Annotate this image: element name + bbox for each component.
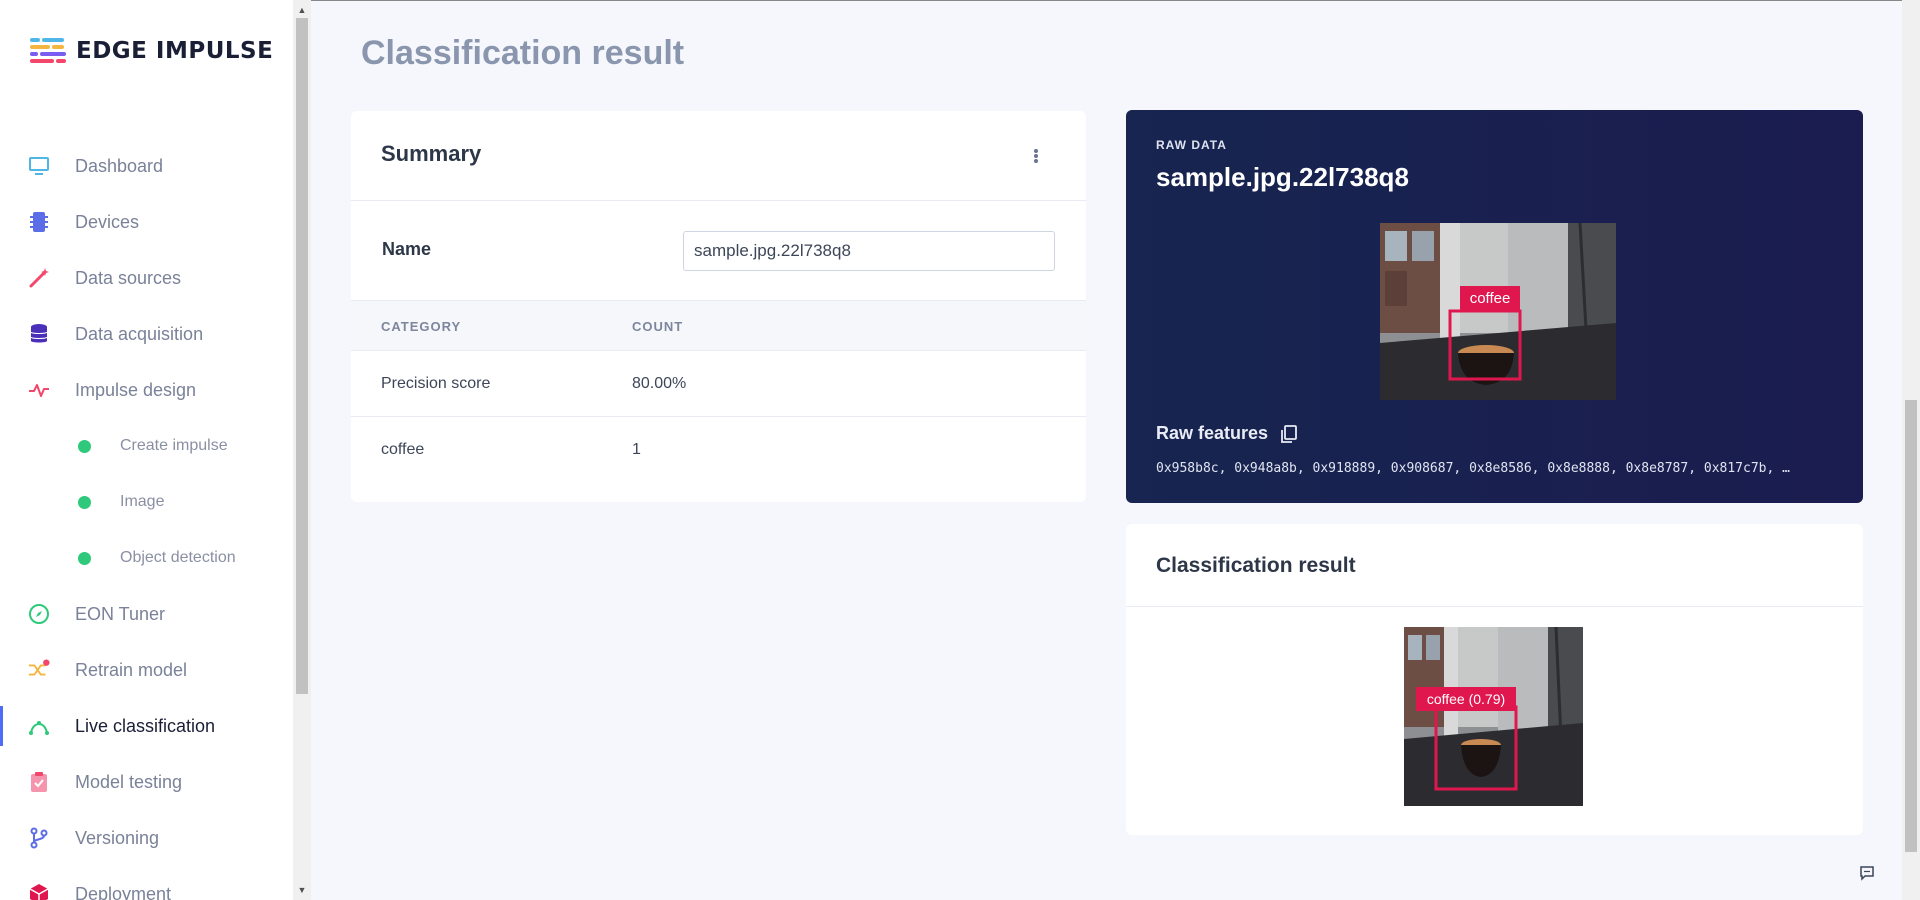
sidebar-item-retrain-model[interactable]: Retrain model [0, 642, 293, 698]
scroll-up-arrow-icon[interactable]: ▲ [296, 4, 308, 16]
sidebar-item-create-impulse[interactable]: Create impulse [0, 418, 293, 474]
raw-data-card: RAW DATA sample.jpg.22l738q8 coffee Raw … [1126, 110, 1863, 503]
name-label: Name [382, 239, 432, 259]
brand-name: EDGE IMPULSE [76, 38, 274, 64]
sidebar-item-versioning[interactable]: Versioning [0, 810, 293, 866]
name-row: Name [351, 201, 1086, 301]
sidebar-item-label: Object detection [120, 549, 236, 566]
monitor-icon [28, 155, 50, 177]
pulse-icon [28, 379, 50, 401]
chip-icon [28, 211, 50, 233]
sidebar-item-label: Versioning [75, 827, 160, 848]
copy-icon[interactable] [1280, 424, 1298, 443]
name-field[interactable] [683, 231, 1055, 271]
sidebar-scrollbar-thumb[interactable] [296, 18, 308, 694]
raw-sample-name: sample.jpg.22l738q8 [1156, 162, 1409, 192]
more-options-icon[interactable] [1026, 145, 1046, 167]
sidebar-item-deployment[interactable]: Deployment [0, 866, 293, 900]
raw-bbox-label: coffee [1470, 290, 1511, 307]
page-title: Classification result [361, 34, 685, 72]
feedback-button[interactable] [1850, 858, 1884, 888]
table-row: Precision score 80.00% [351, 351, 1086, 417]
classification-header: Classification result [1126, 524, 1863, 607]
classification-result-image: coffee (0.79) [1404, 627, 1583, 806]
sidebar-item-label: Create impulse [120, 437, 228, 454]
compass-icon [28, 603, 50, 625]
sidebar-item-data-sources[interactable]: Data sources [0, 250, 293, 306]
sidebar-nav: Dashboard Devices Data sources Data acqu… [0, 138, 293, 900]
sidebar-item-label: Devices [75, 211, 140, 232]
database-icon [28, 323, 50, 345]
column-header-category: CATEGORY [381, 319, 462, 334]
sidebar-item-live-classification[interactable]: Live classification [0, 698, 293, 754]
summary-card: Summary Name CATEGORY COUNT Precision sc… [351, 111, 1086, 502]
category-cell: Precision score [381, 375, 491, 392]
summary-header: Summary [351, 111, 1086, 201]
raw-features-values: 0x958b8c, 0x948a8b, 0x918889, 0x908687, … [1156, 461, 1790, 476]
category-cell: coffee [381, 441, 425, 458]
sidebar-item-label: EON Tuner [75, 603, 166, 624]
sidebar-item-label: Model testing [75, 771, 183, 792]
sidebar-item-image[interactable]: Image [0, 474, 293, 530]
raw-features-heading: Raw features [1156, 423, 1298, 444]
edge-impulse-logo-icon [30, 38, 66, 63]
sidebar-item-dashboard[interactable]: Dashboard [0, 138, 293, 194]
classification-result-card: Classification result coffee (0.79) [1126, 524, 1863, 835]
classification-bbox-label: coffee (0.79) [1427, 691, 1505, 707]
sidebar-item-label: Dashboard [75, 155, 164, 176]
table-row: coffee 1 [351, 417, 1086, 483]
sidebar-item-label: Data sources [75, 267, 182, 288]
sidebar: EDGE IMPULSE Dashboard Devices Data sour… [0, 0, 293, 900]
sidebar-item-label: Impulse design [75, 379, 197, 400]
bezier-icon [28, 715, 50, 737]
classification-title: Classification result [1156, 554, 1356, 577]
sidebar-item-label: Retrain model [75, 659, 188, 680]
summary-title: Summary [381, 141, 482, 166]
sidebar-item-label: Image [120, 493, 165, 510]
page-scrollbar-thumb[interactable] [1905, 400, 1917, 852]
status-dot-icon [78, 439, 91, 453]
git-branch-icon [28, 827, 50, 849]
status-dot-icon [78, 495, 91, 509]
sidebar-item-label: Data acquisition [75, 323, 204, 344]
sidebar-item-data-acquisition[interactable]: Data acquisition [0, 306, 293, 362]
sidebar-item-label: Deployment [75, 883, 172, 900]
sidebar-item-model-testing[interactable]: Model testing [0, 754, 293, 810]
magic-wand-icon [28, 267, 50, 289]
scroll-down-arrow-icon[interactable]: ▼ [296, 884, 308, 896]
table-header: CATEGORY COUNT [351, 301, 1086, 351]
count-cell: 80.00% [632, 375, 687, 392]
sidebar-item-devices[interactable]: Devices [0, 194, 293, 250]
raw-sample-image: coffee [1380, 223, 1616, 400]
sidebar-item-object-detection[interactable]: Object detection [0, 530, 293, 586]
cube-icon [28, 883, 50, 900]
sidebar-item-label: Live classification [75, 715, 216, 736]
column-header-count: COUNT [632, 319, 684, 334]
shuffle-icon [28, 659, 50, 681]
chat-icon [1860, 866, 1874, 881]
raw-data-label: RAW DATA [1156, 138, 1227, 152]
clipboard-check-icon [28, 771, 50, 793]
brand-logo[interactable]: EDGE IMPULSE [30, 38, 273, 64]
sidebar-item-impulse-design[interactable]: Impulse design [0, 362, 293, 418]
sidebar-item-eon-tuner[interactable]: EON Tuner [0, 586, 293, 642]
status-dot-icon [78, 551, 91, 565]
raw-features-title: Raw features [1156, 423, 1269, 443]
count-cell: 1 [632, 441, 641, 458]
main-content: Classification result Summary Name CATEG… [311, 0, 1900, 900]
